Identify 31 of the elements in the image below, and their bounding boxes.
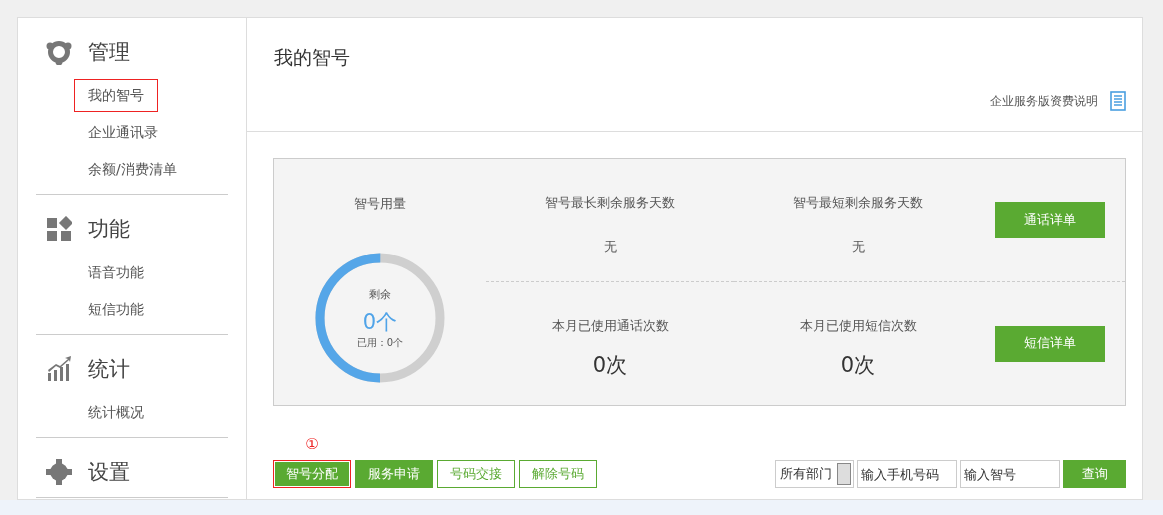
stat-value: 0次 — [840, 352, 876, 379]
page-title: 我的智号 — [274, 45, 351, 70]
stat-label: 智号最长剩余服务天数 — [545, 195, 675, 212]
department-select[interactable]: 所有部门 — [775, 460, 854, 488]
document-icon[interactable] — [1110, 91, 1126, 111]
stat-label: 本月已使用短信次数 — [799, 318, 917, 335]
section-title: 功能 — [88, 216, 130, 243]
sidebar-item[interactable]: 余额/消费清单 — [74, 153, 191, 186]
stat-value: 0次 — [592, 352, 628, 379]
remaining-label: 剩余 — [369, 286, 391, 302]
apps-icon — [46, 216, 72, 242]
sidebar-item[interactable]: 我的智号 — [74, 79, 158, 112]
stat-label: 智号最短剩余服务天数 — [793, 195, 923, 212]
stat-value: 无 — [603, 238, 617, 256]
section-title: 设置 — [88, 459, 130, 486]
used-count: 已用：0个 — [356, 335, 404, 350]
phone-input[interactable]: 输入手机号码 — [857, 460, 957, 488]
remaining-count: 0个 — [362, 308, 398, 336]
chart-icon — [46, 356, 72, 382]
stat-label: 本月已使用通话次数 — [551, 318, 669, 335]
sidebar-item[interactable]: 语音功能 — [74, 256, 158, 289]
usage-title: 智号用量 — [354, 195, 406, 213]
section-title: 管理 — [88, 39, 130, 66]
sidebar-item[interactable]: 企业通讯录 — [74, 116, 172, 149]
annotation-number: ① — [304, 435, 320, 453]
pricing-link[interactable]: 企业服务版资费说明 — [990, 92, 1098, 110]
stat-value: 无 — [851, 238, 865, 256]
section-title: 统计 — [88, 356, 130, 383]
sidebar-item[interactable]: 短信功能 — [74, 293, 158, 326]
number-input[interactable]: 输入智号 — [960, 460, 1060, 488]
sidebar-item[interactable]: 统计概况 — [74, 396, 158, 429]
